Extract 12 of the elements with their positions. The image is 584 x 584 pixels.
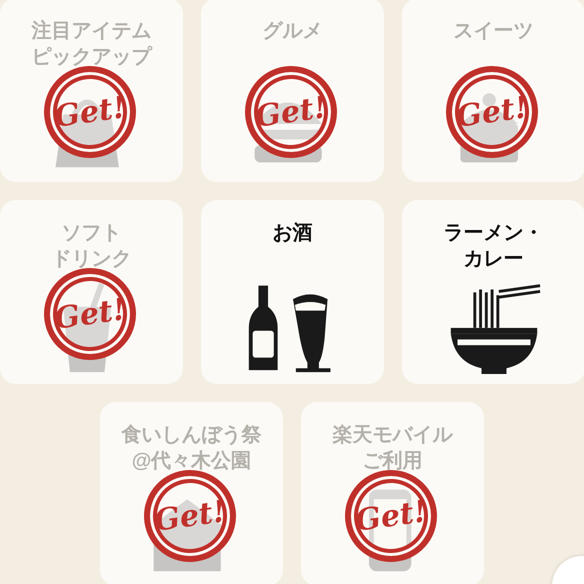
category-label: グルメ [262, 19, 322, 44]
category-label: お酒 [272, 221, 312, 246]
category-card[interactable]: 注目アイテム ピックアップ Get! [0, 0, 183, 182]
category-card[interactable]: ラーメン・ カレー [402, 200, 584, 384]
category-card[interactable]: 楽天モバイル ご利用 Get! [301, 402, 484, 584]
category-label: スイーツ [454, 19, 534, 44]
category-card[interactable]: グルメ Get! [201, 0, 384, 182]
category-label: ラーメン・ カレー [444, 221, 544, 272]
category-card[interactable]: スイーツ Get! [402, 0, 584, 182]
category-card[interactable]: お酒 [201, 200, 384, 384]
category-card[interactable]: 食いしんぼう祭 @代々木公園 Get! [100, 402, 283, 584]
category-card[interactable]: ソフト ドリンク Get! [0, 200, 183, 384]
